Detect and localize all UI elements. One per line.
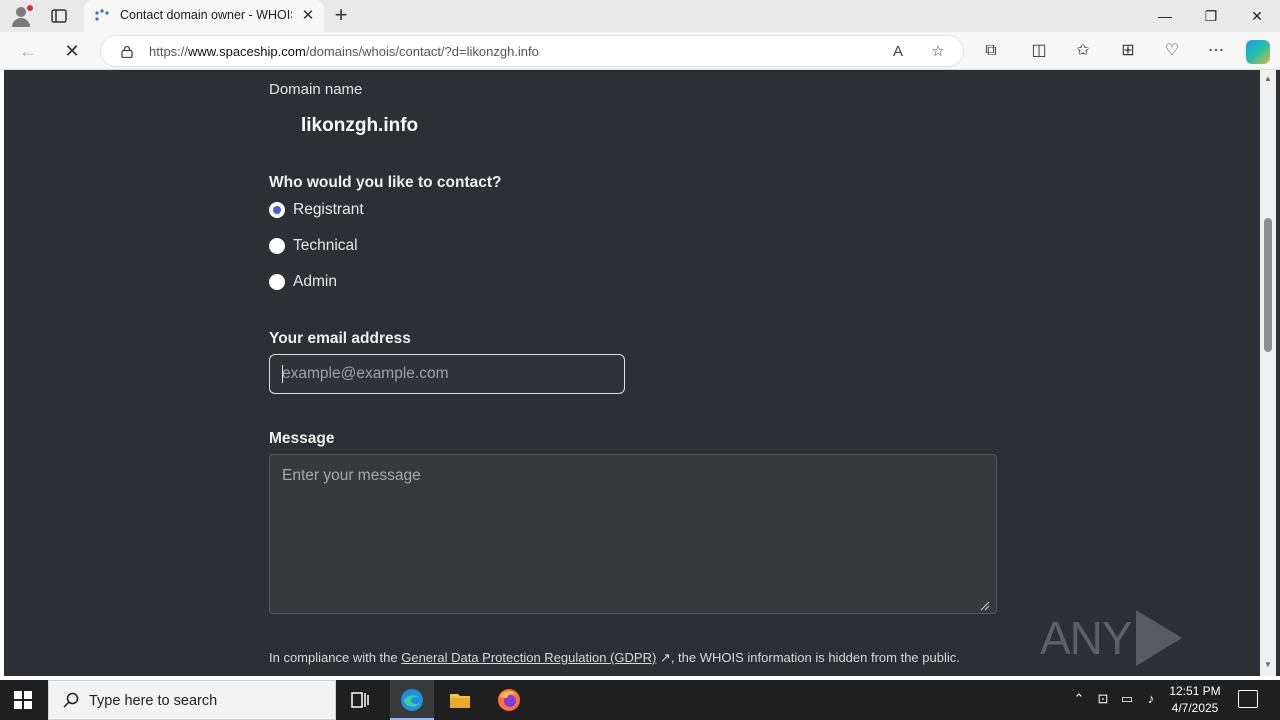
back-button[interactable]: ← xyxy=(16,39,40,63)
message-label: Message xyxy=(269,430,335,447)
favorite-star-icon[interactable]: ☆ xyxy=(927,41,949,63)
more-icon[interactable]: ⋯ xyxy=(1205,40,1227,62)
notifications-icon[interactable] xyxy=(1238,690,1258,708)
clock-time: 12:51 PM xyxy=(1169,684,1221,698)
email-label: Your email address xyxy=(269,330,411,347)
task-view-icon[interactable] xyxy=(348,688,372,712)
radio-label-admin[interactable]: Admin xyxy=(293,273,337,291)
file-explorer-icon[interactable] xyxy=(448,688,472,712)
tabs-icon[interactable] xyxy=(50,7,68,25)
tab-title: Contact domain owner - WHOIS xyxy=(120,8,292,22)
new-tab-button[interactable]: + xyxy=(330,4,352,27)
radio-label-technical[interactable]: Technical xyxy=(293,237,358,255)
windows-start-icon[interactable] xyxy=(14,691,32,709)
radio-label-registrant[interactable]: Registrant xyxy=(293,201,364,219)
edge-icon[interactable] xyxy=(400,688,424,712)
read-aloud-icon[interactable]: A xyxy=(887,41,909,63)
restore-button[interactable]: ❐ xyxy=(1188,0,1234,32)
page-edge xyxy=(1276,70,1280,676)
message-input[interactable] xyxy=(269,454,997,614)
network-icon[interactable]: ▭ xyxy=(1118,691,1136,707)
external-link-icon: ↗ xyxy=(659,650,671,665)
collections-icon[interactable]: ⊞ xyxy=(1117,40,1139,62)
anyrun-watermark: ANYRUN xyxy=(1040,610,1260,676)
favicon-icon xyxy=(94,9,110,23)
firefox-icon[interactable] xyxy=(497,688,521,712)
tray-chevron-icon[interactable]: ⌃ xyxy=(1070,691,1088,707)
scrollbar-thumb[interactable] xyxy=(1264,218,1272,352)
domain-name-value: likonzgh.info xyxy=(301,115,419,136)
play-icon xyxy=(1135,610,1182,666)
minimize-button[interactable]: — xyxy=(1142,0,1188,32)
email-input[interactable] xyxy=(269,354,625,394)
radio-admin[interactable] xyxy=(269,274,285,290)
domain-name-label: Domain name xyxy=(269,81,363,98)
search-placeholder: Type here to search xyxy=(89,693,218,709)
text-caret xyxy=(282,365,283,383)
tab-active[interactable]: Contact domain owner - WHOIS ✕ xyxy=(84,0,324,32)
favorites-icon[interactable]: ✩ xyxy=(1072,40,1094,62)
tab-close-icon[interactable]: ✕ xyxy=(300,8,316,24)
radio-registrant[interactable] xyxy=(269,202,285,218)
performance-icon[interactable]: ♡ xyxy=(1161,40,1183,62)
url-text[interactable]: https://www.spaceship.com/domains/whois/… xyxy=(149,44,539,59)
contact-question: Who would you like to contact? xyxy=(269,174,502,191)
page-scrollbar[interactable]: ▲ ▼ xyxy=(1260,70,1276,676)
page-content: Domain name likonzgh.info Who would you … xyxy=(4,70,1260,676)
windows-taskbar: Type here to search ⌃ ⊡ ▭ ♪ 12:51 PM 4/7… xyxy=(0,680,1280,720)
volume-icon[interactable]: ♪ xyxy=(1142,691,1160,706)
screen: Contact domain owner - WHOIS ✕ + — ❐ ✕ ←… xyxy=(0,0,1280,720)
split-screen-icon[interactable]: ◫ xyxy=(1028,40,1050,62)
taskbar-search[interactable]: Type here to search xyxy=(48,680,336,720)
radio-technical[interactable] xyxy=(269,238,285,254)
resize-grip-icon[interactable] xyxy=(980,598,990,611)
gdpr-link[interactable]: General Data Protection Regulation (GDPR… xyxy=(401,650,656,665)
search-icon xyxy=(63,692,79,708)
address-bar[interactable]: https://www.spaceship.com/domains/whois/… xyxy=(100,35,964,67)
browser-titlebar: Contact domain owner - WHOIS ✕ + — ❐ ✕ xyxy=(0,0,1280,32)
scroll-down-icon[interactable]: ▼ xyxy=(1263,660,1273,669)
lock-icon[interactable] xyxy=(121,45,133,59)
clock-date: 4/7/2025 xyxy=(1171,701,1219,715)
profile-icon[interactable] xyxy=(10,5,33,27)
extensions-icon[interactable]: ⧉ xyxy=(980,40,1002,62)
scroll-up-icon[interactable]: ▲ xyxy=(1263,74,1273,83)
taskbar-clock[interactable]: 12:51 PM 4/7/2025 xyxy=(1162,683,1228,717)
stop-loading-button[interactable]: ✕ xyxy=(60,39,84,63)
tray-meet-icon[interactable]: ⊡ xyxy=(1094,691,1112,707)
close-window-button[interactable]: ✕ xyxy=(1234,0,1280,32)
browser-toolbar: ← ✕ https://www.spaceship.com/domains/wh… xyxy=(0,32,1280,70)
copilot-icon[interactable] xyxy=(1246,40,1270,64)
gdpr-notice: In compliance with the General Data Prot… xyxy=(269,650,960,665)
